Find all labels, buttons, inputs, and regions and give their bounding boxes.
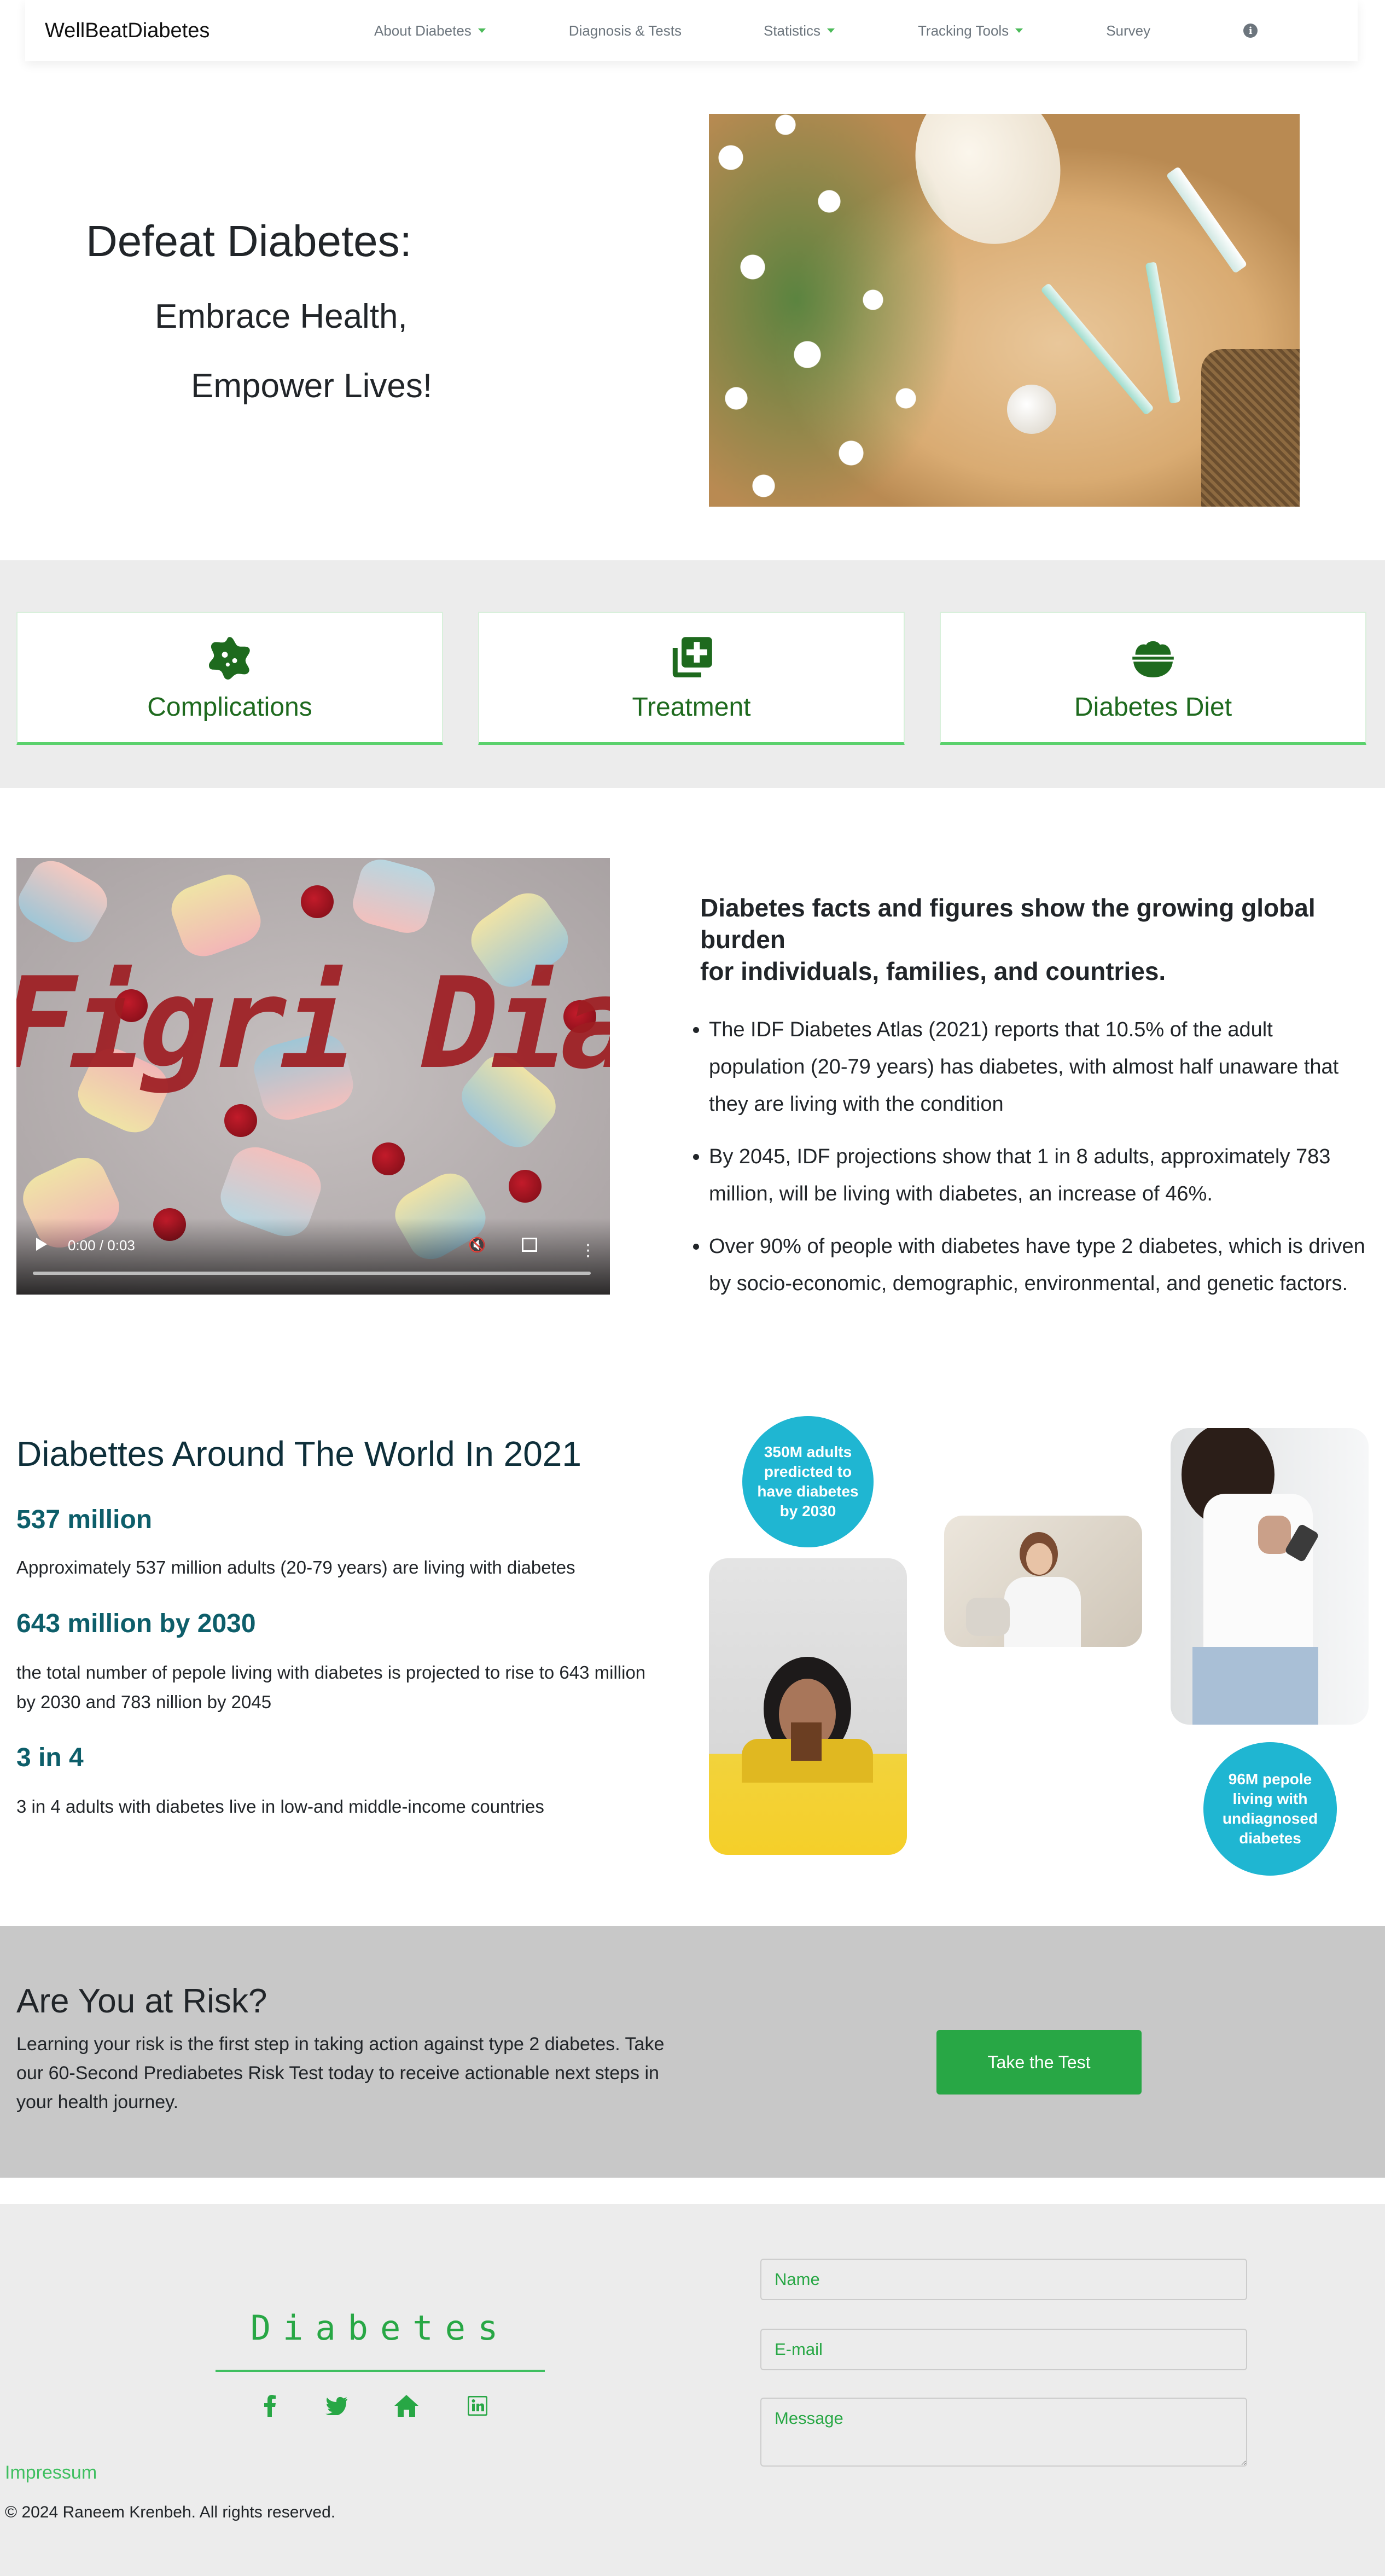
photo-doctor — [944, 1516, 1142, 1647]
hero-title: Defeat Diabetes: — [86, 217, 412, 265]
copyright-text: © 2024 Raneem Krenbeh. All rights reserv… — [5, 2503, 336, 2521]
photo-woman-eating-chocolate — [709, 1558, 907, 1855]
chevron-down-icon — [478, 28, 486, 33]
card-treatment[interactable]: Treatment — [478, 612, 905, 745]
syringe-shape — [1145, 262, 1181, 404]
nav-diagnosis-tests-label: Diagnosis & Tests — [568, 22, 682, 39]
stat-description: Approximately 537 million adults (20-79 … — [16, 1557, 575, 1577]
take-test-button[interactable]: Take the Test — [936, 2030, 1142, 2095]
nav-survey[interactable]: Survey — [1106, 22, 1150, 39]
fact-item: The IDF Diabetes Atlas (2021) reports th… — [709, 1011, 1374, 1123]
nav-about-diabetes-label: About Diabetes — [374, 22, 472, 39]
facts-heading-line1: Diabetes facts and figures show the grow… — [700, 894, 1316, 954]
candy-shape — [348, 858, 440, 938]
nav-tracking-tools[interactable]: Tracking Tools — [918, 22, 1023, 39]
video-progress-bar[interactable] — [33, 1272, 591, 1275]
medical-copy-icon — [672, 636, 712, 677]
linkedin-icon[interactable] — [465, 2393, 490, 2418]
video-player[interactable]: Figri Diabetes 0:00 / 0:03 🔇 ⋮ — [16, 858, 610, 1295]
chevron-down-icon — [1015, 28, 1023, 33]
nav-about-diabetes[interactable]: About Diabetes — [374, 22, 486, 39]
facts-heading: Diabetes facts and figures show the grow… — [700, 892, 1367, 987]
risk-text: Learning your risk is the first step in … — [16, 2034, 665, 2113]
nav-tracking-tools-label: Tracking Tools — [918, 22, 1009, 39]
twitter-icon[interactable] — [324, 2393, 349, 2418]
stat-description: the total number of pepole living with d… — [16, 1662, 646, 1712]
stat-number: 3 in 4 — [16, 1743, 84, 1772]
card-diabetes-diet[interactable]: Diabetes Diet — [940, 612, 1366, 745]
footer-divider — [216, 2370, 545, 2372]
video-time: 0:00 / 0:03 — [68, 1237, 135, 1254]
nav-survey-label: Survey — [1106, 22, 1151, 39]
fact-item: By 2045, IDF projections show that 1 in … — [709, 1138, 1374, 1212]
fact-item: Over 90% of people with diabetes have ty… — [709, 1228, 1374, 1302]
chevron-down-icon — [827, 28, 835, 33]
berry-shape — [509, 1170, 542, 1203]
footer-brand: Diabetes — [250, 2308, 510, 2348]
photo-woman-glucometer — [1171, 1428, 1369, 1725]
impressum-link[interactable]: Impressum — [5, 2462, 97, 2484]
stat-bubble-96m: 96M pepole living with undiagnosed diabe… — [1203, 1742, 1337, 1876]
navbar: WellBeatDiabetes About Diabetes Diagnosi… — [25, 0, 1358, 61]
virus-icon — [208, 636, 250, 680]
home-icon[interactable] — [394, 2393, 419, 2418]
video-title-text: Figri Diabetes — [16, 951, 610, 1097]
facebook-icon[interactable] — [257, 2393, 282, 2418]
risk-heading: Are You at Risk? — [16, 1982, 267, 2020]
facts-heading-line2: for individuals, families, and countries… — [700, 957, 1166, 985]
berry-shape — [372, 1142, 405, 1175]
insulin-pen-shape — [1166, 166, 1248, 274]
candy-shape — [165, 868, 267, 963]
stat-bubble-350m: 350M adults predicted to have diabetes b… — [742, 1416, 874, 1547]
berry-shape — [224, 1104, 257, 1137]
berry-shape — [301, 885, 334, 918]
video-controls: 0:00 / 0:03 🔇 ⋮ — [16, 1218, 610, 1295]
features-section: Complications Treatment Diabetes Diet — [0, 560, 1385, 788]
hero-subtitle-2: Empower Lives! — [191, 367, 433, 405]
mute-icon[interactable]: 🔇 — [468, 1237, 486, 1253]
bowl-icon — [1132, 641, 1174, 677]
syringe-shape — [1040, 282, 1155, 416]
stats-heading: Diabettes Around The World In 2021 — [16, 1434, 581, 1473]
nav-items: About Diabetes Diagnosis & Tests Statist… — [329, 22, 1338, 39]
name-field[interactable] — [760, 2259, 1247, 2300]
hero-subtitle-1: Embrace Health, — [155, 298, 408, 335]
info-icon[interactable]: i — [1243, 24, 1258, 38]
facts-list: The IDF Diabetes Atlas (2021) reports th… — [685, 1011, 1374, 1318]
stat-number: 537 million — [16, 1505, 153, 1534]
risk-section: Are You at Risk? Learning your risk is t… — [0, 1926, 1385, 2178]
nav-statistics[interactable]: Statistics — [764, 22, 835, 39]
nav-statistics-label: Statistics — [763, 22, 820, 39]
hero-image — [709, 114, 1300, 507]
brand-logo[interactable]: WellBeatDiabetes — [45, 19, 329, 43]
play-icon[interactable] — [36, 1238, 47, 1251]
card-complications-label: Complications — [147, 692, 312, 722]
card-complications[interactable]: Complications — [16, 612, 443, 745]
card-diabetes-diet-label: Diabetes Diet — [1074, 692, 1232, 722]
card-treatment-label: Treatment — [632, 692, 751, 722]
flowers-shape — [709, 114, 993, 507]
basket-shape — [1201, 349, 1300, 507]
nav-diagnosis-tests[interactable]: Diagnosis & Tests — [569, 22, 682, 39]
stat-number: 643 million by 2030 — [16, 1609, 256, 1638]
candy-shape — [16, 858, 115, 951]
fullscreen-icon[interactable] — [522, 1238, 537, 1252]
vial-shape — [1007, 385, 1056, 434]
more-options-icon[interactable]: ⋮ — [580, 1243, 596, 1259]
stat-description: 3 in 4 adults with diabetes live in low-… — [16, 1796, 544, 1817]
message-field[interactable] — [760, 2398, 1247, 2467]
email-field[interactable] — [760, 2329, 1247, 2370]
